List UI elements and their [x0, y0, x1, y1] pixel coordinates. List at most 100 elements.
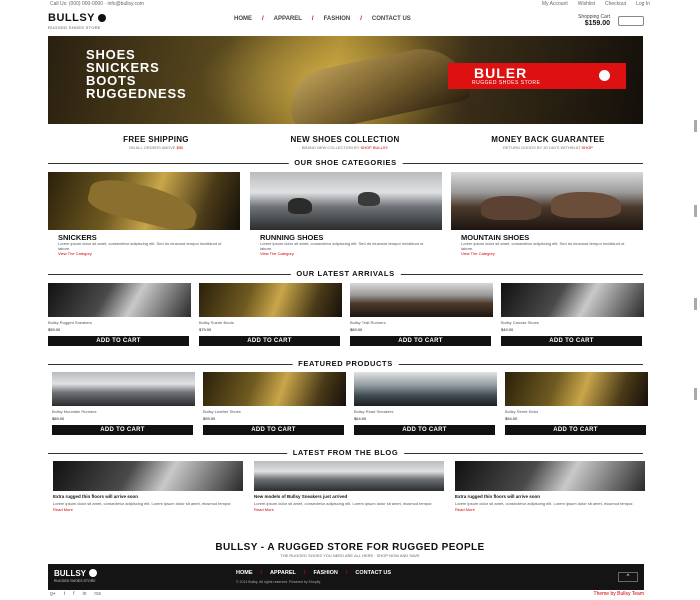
- nav-home[interactable]: HOME: [234, 16, 252, 22]
- section-heading-featured: FEATURED PRODUCTS: [48, 359, 643, 369]
- product-price: $99.00: [203, 416, 216, 421]
- feature-free-shipping: FREE SHIPPING ON ALL ORDERS ABOVE $50: [123, 135, 189, 150]
- product-image: [354, 372, 497, 406]
- blog-excerpt: Lorem ipsum dolor sit amet, consectetur …: [53, 501, 232, 506]
- blog-post[interactable]: Extra rugged thin floors will arrive soo…: [53, 461, 243, 512]
- wishlist-link[interactable]: Wishlist: [578, 1, 595, 7]
- badge-subtitle: RUGGED SHOES STORE: [472, 80, 541, 86]
- blog-title[interactable]: Extra rugged thin floors will arrive soo…: [53, 494, 243, 499]
- footer-tagline-sub: THE RUGGED SHOES YOU NEED ARE ALL HERE ·…: [280, 553, 420, 558]
- product-card[interactable]: Bullsy Mountain Runners $89.00 ADD TO CA…: [52, 372, 195, 435]
- product-price: $89.00: [52, 416, 65, 421]
- product-image: [52, 372, 195, 406]
- category-link[interactable]: View The Category: [461, 251, 495, 256]
- add-to-cart-button[interactable]: ADD TO CART: [48, 336, 189, 346]
- section-heading-blog: LATEST FROM THE BLOG: [48, 448, 643, 458]
- product-price: $49.00: [501, 327, 514, 332]
- blog-image: [254, 461, 444, 491]
- linkedin-icon[interactable]: in: [82, 591, 86, 597]
- category-image: [250, 172, 442, 230]
- read-more-link[interactable]: Read More: [254, 507, 444, 512]
- cart-icon[interactable]: [618, 16, 644, 26]
- nav-contact[interactable]: CONTACT US: [372, 16, 411, 22]
- category-card-mountain[interactable]: MOUNTAIN SHOES Lorem ipsum dolor sit ame…: [451, 172, 643, 256]
- add-to-cart-button[interactable]: ADD TO CART: [52, 425, 193, 435]
- login-link[interactable]: Log In: [636, 1, 650, 7]
- hero-banner[interactable]: SHOES SNICKERS BOOTS RUGGEDNESS BULER RU…: [48, 36, 643, 124]
- rss-icon[interactable]: rss: [94, 591, 101, 597]
- product-name: Bullsy Trail Runners: [350, 320, 386, 325]
- footer-nav-contact[interactable]: CONTACT US: [355, 570, 391, 576]
- category-link[interactable]: View The Category: [260, 251, 294, 256]
- category-card-running[interactable]: RUNNING SHOES Lorem ipsum dolor sit amet…: [250, 172, 442, 256]
- footer-nav-fashion[interactable]: FASHION: [313, 570, 337, 576]
- product-price: $79.00: [199, 327, 212, 332]
- section-heading-categories: OUR SHOE CATEGORIES: [48, 158, 643, 168]
- add-to-cart-button[interactable]: ADD TO CART: [505, 425, 646, 435]
- bottom-bar: g+ t f in rss Theme by Bullsy Team: [50, 591, 644, 599]
- product-name: Bullsy Suede Boots: [199, 320, 234, 325]
- footer-nav-apparel[interactable]: APPAREL: [270, 570, 296, 576]
- blog-post[interactable]: Extra rugged thin floors will arrive soo…: [455, 461, 645, 512]
- product-name: Bullsy Canvas Shoes: [501, 320, 539, 325]
- footer-nav-home[interactable]: HOME: [236, 570, 253, 576]
- my-account-link[interactable]: My Account: [542, 1, 568, 7]
- blog-excerpt: Lorem ipsum dolor sit amet, consectetur …: [455, 501, 634, 506]
- copyright-text: © 2014 Bullsy. All rights reserved. Powe…: [236, 580, 321, 584]
- scrollbar-mark: [694, 120, 697, 132]
- badge-title: BULER: [474, 65, 528, 81]
- footer-nav: HOME / APPAREL / FASHION / CONTACT US: [236, 570, 392, 576]
- checkout-link[interactable]: Checkout: [605, 1, 626, 7]
- product-card[interactable]: Bullsy Suede Boots $79.00 ADD TO CART: [199, 283, 342, 346]
- footer-tagline: BULLSY - A RUGGED STORE FOR RUGGED PEOPL…: [215, 542, 485, 553]
- site-logo[interactable]: BULLSY: [48, 12, 106, 24]
- blog-excerpt: Lorem ipsum dolor sit amet, consectetur …: [254, 501, 433, 506]
- add-to-cart-button[interactable]: ADD TO CART: [199, 336, 340, 346]
- blog-image: [53, 461, 243, 491]
- back-to-top-button[interactable]: ^: [618, 572, 638, 582]
- add-to-cart-button[interactable]: ADD TO CART: [501, 336, 642, 346]
- blog-title[interactable]: New models of Bullsy Sneakers just arriv…: [254, 494, 444, 499]
- category-card-snickers[interactable]: SNICKERS Lorem ipsum dolor sit amet, con…: [48, 172, 240, 256]
- category-description: Lorem ipsum dolor sit amet, consectetur …: [260, 241, 424, 251]
- category-description: Lorem ipsum dolor sit amet, consectetur …: [461, 241, 625, 251]
- feature-new-collection: NEW SHOES COLLECTION BRAND NEW COLLECTIO…: [290, 135, 400, 150]
- product-image: [203, 372, 346, 406]
- social-links: g+ t f in rss: [50, 591, 101, 597]
- section-heading-arrivals: OUR LATEST ARRIVALS: [48, 269, 643, 279]
- blog-title[interactable]: Extra rugged thin floors will arrive soo…: [455, 494, 645, 499]
- contact-info: Call Us: (000) 000-0000 · info@bullsy.co…: [50, 1, 144, 7]
- hero-headline: SHOES SNICKERS BOOTS RUGGEDNESS: [86, 47, 187, 101]
- read-more-link[interactable]: Read More: [455, 507, 645, 512]
- nav-fashion[interactable]: FASHION: [324, 16, 351, 22]
- facebook-icon[interactable]: f: [73, 591, 74, 597]
- blog-post[interactable]: New models of Bullsy Sneakers just arriv…: [254, 461, 444, 512]
- category-description: Lorem ipsum dolor sit amet, consectetur …: [58, 241, 222, 251]
- account-links: My Account Wishlist Checkout Log In: [542, 1, 650, 7]
- product-card[interactable]: Bullsy Street Kicks $54.00 ADD TO CART: [505, 372, 648, 435]
- product-card[interactable]: Bullsy Road Sneakers $64.00 ADD TO CART: [354, 372, 497, 435]
- cart-summary[interactable]: Shopping Cart $159.00: [578, 14, 610, 27]
- product-price: $59.00: [48, 327, 61, 332]
- google-plus-icon[interactable]: g+: [50, 591, 56, 597]
- add-to-cart-button[interactable]: ADD TO CART: [203, 425, 344, 435]
- skull-icon: [89, 569, 97, 577]
- read-more-link[interactable]: Read More: [53, 507, 243, 512]
- add-to-cart-button[interactable]: ADD TO CART: [354, 425, 495, 435]
- category-link[interactable]: View The Category: [58, 251, 92, 256]
- add-to-cart-button[interactable]: ADD TO CART: [350, 336, 491, 346]
- footer-logo-tagline: RUGGED SHOES STORE: [54, 579, 96, 583]
- product-card[interactable]: Bullsy Canvas Shoes $49.00 ADD TO CART: [501, 283, 644, 346]
- footer-logo[interactable]: BULLSY: [54, 569, 97, 578]
- cart-total: $159.00: [584, 20, 610, 27]
- theme-credit[interactable]: Theme by Bullsy Team: [594, 591, 644, 597]
- nav-apparel[interactable]: APPAREL: [274, 16, 302, 22]
- product-image: [199, 283, 342, 317]
- twitter-icon[interactable]: t: [64, 591, 65, 597]
- product-name: Bullsy Leather Shoes: [203, 409, 241, 414]
- category-image: [48, 172, 240, 230]
- product-card[interactable]: Bullsy Leather Shoes $99.00 ADD TO CART: [203, 372, 346, 435]
- product-card[interactable]: Bullsy Rugged Sneakers $59.00 ADD TO CAR…: [48, 283, 191, 346]
- product-card[interactable]: Bullsy Trail Runners $69.00 ADD TO CART: [350, 283, 493, 346]
- product-image: [350, 283, 493, 317]
